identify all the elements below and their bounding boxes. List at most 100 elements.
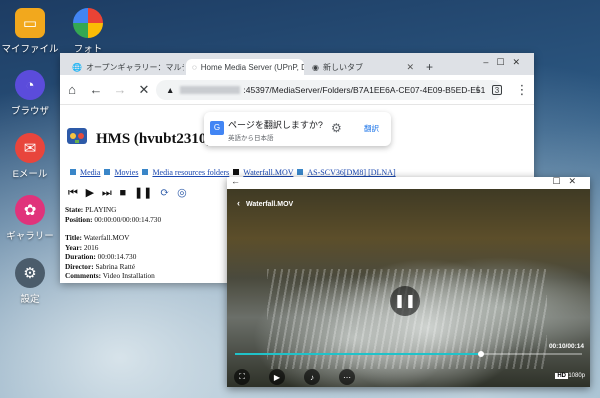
breadcrumb-movies[interactable]: Movies xyxy=(114,168,138,177)
video-title-text: Waterfall.MOV xyxy=(246,201,294,208)
breadcrumb-media-resources[interactable]: Media resources folders xyxy=(152,168,229,177)
settings-icon: ⚙ xyxy=(15,258,45,288)
mic-icon: ♪ xyxy=(310,372,314,382)
video-camera-icon: ▶ xyxy=(273,372,281,382)
breadcrumb-waterfall[interactable]: Waterfall.MOV xyxy=(243,168,293,177)
tab-bar: 🌐 オープンギャラリー：マルチ ✕ ◌ Home Media Server (U… xyxy=(60,53,534,75)
back-icon[interactable]: ← xyxy=(88,82,104,98)
chrome-icon: ◉ xyxy=(312,62,319,72)
desktop-icon-label: 設定 xyxy=(20,294,40,305)
translate-icon: G xyxy=(210,121,224,135)
duration-label: Duration: xyxy=(65,252,96,261)
playback-controls: ⏮ ▶ ⏭ ■ ❚❚ ⟳ ◎ xyxy=(68,186,192,200)
state-label: State: xyxy=(65,205,84,214)
director-value: Sabrina Ratté xyxy=(95,261,135,271)
video-player-window: ← ☐✕ ‹ Waterfall.MOV ❚❚ 00:10/00:14 ⛶ ▶ ♪… xyxy=(227,176,590,387)
tab-label: オープンギャラリー：マルチ xyxy=(85,62,184,72)
tab-open-gallery[interactable]: 🌐 オープンギャラリー：マルチ ✕ xyxy=(66,59,184,75)
breadcrumb-device[interactable]: AS-SCV36[DM8] [DLNA] xyxy=(307,168,395,177)
play-icon[interactable]: ▶ xyxy=(86,187,94,199)
comments-value: Video Installation xyxy=(102,271,155,280)
hd-badge[interactable]: HD xyxy=(555,373,568,379)
desktop-icon-settings[interactable]: ⚙ 設定 xyxy=(0,258,60,305)
video-frame[interactable]: ‹ Waterfall.MOV ❚❚ 00:10/00:14 ⛶ ▶ ♪ ⋯ HD… xyxy=(227,189,590,387)
video-title: ‹ Waterfall.MOV xyxy=(237,198,293,208)
resolution-label: 1080p xyxy=(568,373,585,379)
folder-square-icon xyxy=(104,169,111,175)
translate-title: ページを翻訳しますか? xyxy=(228,120,323,130)
tab-new-tab[interactable]: ◉ 新しいタブ ✕ xyxy=(306,59,420,75)
globe-icon: 🌐 xyxy=(72,62,82,72)
tab-label: 新しいタブ xyxy=(322,62,363,72)
skip-forward-icon[interactable]: ⏭ xyxy=(102,187,112,199)
close-tab-icon[interactable]: ✕ xyxy=(400,62,414,73)
breadcrumb-media[interactable]: Media xyxy=(80,168,100,177)
duration-value: 00:00:14.730 xyxy=(97,252,137,261)
hms-logo-icon xyxy=(67,128,87,144)
desktop-icon-myfiles[interactable]: ▭ マイファイル xyxy=(0,8,60,55)
refresh-icon[interactable]: ⟳ xyxy=(160,187,169,199)
pause-icon: ❚❚ xyxy=(394,293,416,308)
position-value: 00:00:00/00:00:14.730 xyxy=(94,214,162,224)
folder-square-icon xyxy=(142,169,149,175)
back-chevron-icon[interactable]: ‹ xyxy=(237,198,240,208)
mic-button[interactable]: ♪ xyxy=(304,369,320,385)
forward-icon[interactable]: → xyxy=(112,82,128,98)
year-value: 2016 xyxy=(83,242,99,252)
translate-button[interactable]: 翻訳 xyxy=(364,123,379,134)
browser-icon: ◔ xyxy=(15,70,45,100)
skip-back-icon[interactable]: ⏮ xyxy=(68,187,78,199)
video-time: 00:10/00:14 xyxy=(548,343,584,350)
desktop-icon-label: マイファイル xyxy=(1,44,59,55)
gallery-icon: ✿ xyxy=(15,195,45,225)
stop-icon[interactable]: ✕ xyxy=(136,82,152,98)
video-window-titlebar: ← ☐✕ xyxy=(227,176,590,189)
media-info: State: PLAYING Position: 00:00:00/00:00:… xyxy=(65,205,161,281)
pause-icon[interactable]: ❚❚ xyxy=(134,187,152,199)
folder-square-icon xyxy=(70,169,76,175)
warning-icon: ▲ xyxy=(166,85,175,95)
menu-icon[interactable]: ⋮ xyxy=(514,82,530,98)
loading-icon: ◌ xyxy=(192,62,197,72)
desktop-icon-label: ブラウザ xyxy=(10,106,49,117)
translate-subtitle: 英語から日本語 xyxy=(228,135,274,142)
url-text: :45397/MediaServer/Folders/B7A1EE6A-CE07… xyxy=(243,85,486,95)
desktop-icon-gallery[interactable]: ✿ ギャラリー xyxy=(0,195,60,242)
more-button[interactable]: ⋯ xyxy=(339,369,355,385)
desktop-icon-photos[interactable]: フォト xyxy=(58,8,118,55)
tab-home-media-server[interactable]: ◌ Home Media Server (UPnP, D ✕ xyxy=(186,59,304,75)
window-controls[interactable]: –☐✕ xyxy=(483,57,528,68)
record-button[interactable]: ▶ xyxy=(269,369,285,385)
tab-count-button[interactable]: 3 xyxy=(492,85,502,95)
translate-popup: G ページを翻訳しますか? 英語から日本語 ⚙ 翻訳 xyxy=(204,112,391,146)
position-label: Position: xyxy=(65,214,93,224)
more-icon: ⋯ xyxy=(343,372,351,382)
folder-icon: ▭ xyxy=(15,8,45,38)
home-icon[interactable]: ⌂ xyxy=(64,82,80,98)
director-label: Director: xyxy=(65,261,94,271)
email-icon: ✉ xyxy=(15,133,45,163)
download-icon[interactable]: ⤓ xyxy=(470,82,486,98)
pause-button[interactable]: ❚❚ xyxy=(390,286,420,316)
state-value: PLAYING xyxy=(85,205,117,214)
file-square-icon xyxy=(233,169,240,175)
stop-icon[interactable]: ■ xyxy=(120,187,127,199)
desktop-icon-browser[interactable]: ◔ ブラウザ xyxy=(0,70,60,117)
url-host-redacted xyxy=(180,86,241,94)
screen-capture-button[interactable]: ⛶ xyxy=(234,369,250,385)
progress-fill xyxy=(235,353,482,355)
new-tab-button[interactable]: + xyxy=(420,59,436,75)
browser-toolbar: ⌂ ← → ✕ ▲ :45397/MediaServer/Folders/B7A… xyxy=(60,75,534,105)
desktop-icon-label: ギャラリー xyxy=(6,231,54,242)
grid-icon: ⛶ xyxy=(239,372,245,381)
desktop-icon-email[interactable]: ✉ Eメール xyxy=(0,133,60,180)
photos-icon xyxy=(73,8,103,38)
page-title: HMS (hvubt2310) xyxy=(96,131,212,147)
gear-icon[interactable]: ⚙ xyxy=(331,121,342,135)
address-bar[interactable]: ▲ :45397/MediaServer/Folders/B7A1EE6A-CE… xyxy=(156,80,502,100)
progress-bar[interactable] xyxy=(235,351,582,357)
year-label: Year: xyxy=(65,242,83,252)
back-arrow-icon[interactable]: ← xyxy=(231,176,240,186)
window-controls[interactable]: ☐✕ xyxy=(552,176,584,187)
device-status-icon[interactable]: ◎ xyxy=(177,187,187,199)
